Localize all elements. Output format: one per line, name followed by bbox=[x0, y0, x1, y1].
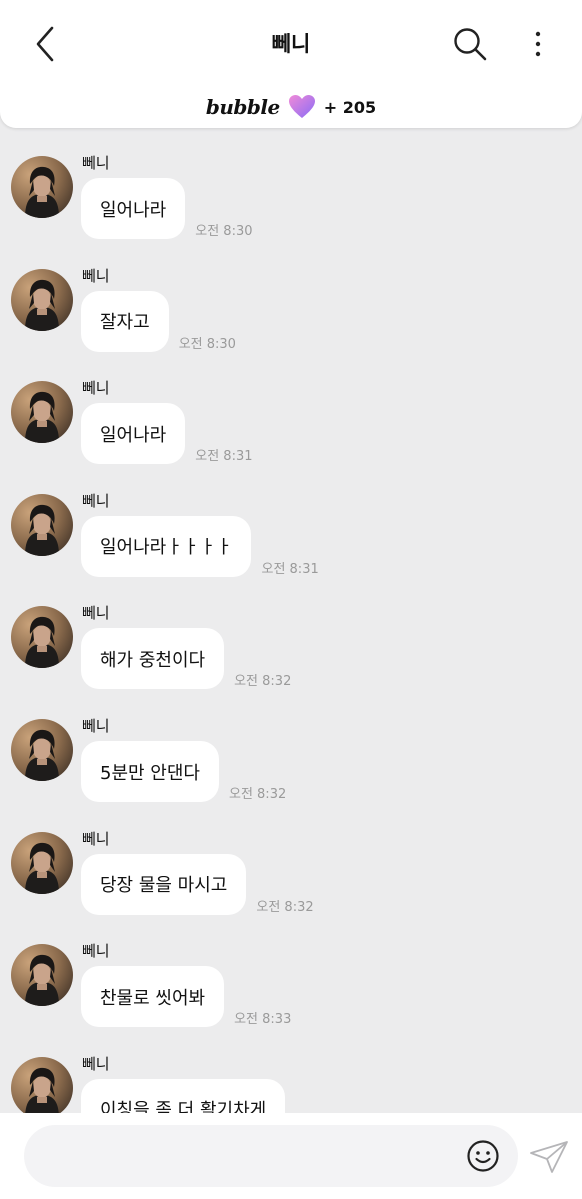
message-row: 일어나라ㅏㅏㅏㅏ 오전 8:31 bbox=[81, 515, 319, 577]
message-row: 찬물로 씻어봐오전 8:33 bbox=[81, 966, 292, 1028]
paper-plane-icon bbox=[530, 1141, 568, 1173]
avatar[interactable] bbox=[11, 156, 73, 218]
message-item: 뻬니잘자고오전 8:30 bbox=[0, 241, 582, 353]
message-row: 5분만 안댄다오전 8:32 bbox=[81, 741, 286, 802]
message-row: 해가 중천이다오전 8:32 bbox=[81, 628, 292, 690]
message-item: 뻬니찬물로 씻어봐오전 8:33 bbox=[0, 916, 582, 1028]
message-timestamp: 오전 8:31 bbox=[195, 449, 253, 465]
message-timestamp: 오전 8:32 bbox=[234, 674, 292, 690]
message-bubble[interactable]: 이칭을 좀 더 활기차게 bbox=[81, 1078, 286, 1113]
more-options-button[interactable] bbox=[526, 26, 550, 62]
avatar-image bbox=[11, 719, 73, 781]
sender-name: 뻬니 bbox=[82, 266, 110, 285]
message-item: 뻬니 5분만 안댄다오전 8:32 bbox=[0, 691, 582, 803]
avatar-image bbox=[11, 381, 73, 444]
sender-name: 뻬니 bbox=[82, 154, 110, 172]
avatar-image bbox=[11, 831, 73, 894]
sender-name: 뻬니 bbox=[82, 1054, 110, 1073]
avatar[interactable] bbox=[11, 719, 73, 781]
message-bubble[interactable]: 해가 중천이다 bbox=[81, 628, 225, 690]
message-item: 뻬니이칭을 좀 더 활기차게 bbox=[0, 1029, 582, 1113]
avatar[interactable] bbox=[11, 493, 73, 556]
sender-name: 뻬니 bbox=[82, 491, 110, 510]
sender-name: 뻬니 bbox=[82, 604, 110, 623]
message-timestamp: 오전 8:30 bbox=[178, 336, 236, 352]
message-bubble[interactable]: 잘자고 bbox=[81, 290, 169, 352]
page-title: 뻬니 bbox=[271, 32, 311, 56]
send-button[interactable] bbox=[528, 1139, 570, 1175]
sender-name: 뻬니 bbox=[82, 379, 110, 398]
message-row: 잘자고오전 8:30 bbox=[81, 290, 236, 352]
message-timestamp: 오전 8:30 bbox=[195, 224, 253, 239]
message-item: 뻬니당장 물을 마시고오전 8:32 bbox=[0, 804, 582, 916]
avatar-image bbox=[11, 1056, 73, 1113]
subscriber-count: + 205 bbox=[323, 97, 377, 117]
message-bubble[interactable]: 일어나라 bbox=[81, 178, 186, 239]
message-bubble[interactable]: 당장 물을 마시고 bbox=[81, 853, 247, 915]
search-button[interactable] bbox=[451, 25, 489, 63]
avatar-image bbox=[11, 493, 73, 556]
avatar-image bbox=[11, 944, 73, 1007]
message-bubble[interactable]: 일어나라 bbox=[81, 403, 186, 465]
message-bubble[interactable]: 5분만 안댄다 bbox=[81, 741, 219, 802]
message-item: 뻬니일어나라ㅏㅏㅏㅏ 오전 8:31 bbox=[0, 466, 582, 578]
avatar[interactable] bbox=[11, 1056, 73, 1113]
message-timestamp: 오전 8:32 bbox=[256, 899, 314, 915]
avatar-image bbox=[11, 156, 73, 218]
message-timestamp: 오전 8:32 bbox=[228, 787, 287, 802]
smile-icon bbox=[467, 1140, 499, 1172]
chat-header: 뻬니 bubble + 205 bbox=[0, 0, 582, 128]
avatar[interactable] bbox=[11, 831, 73, 894]
message-bubble[interactable]: 일어나라ㅏㅏㅏㅏ bbox=[81, 515, 252, 577]
message-list[interactable]: 뻬니 일어나라 오전 8:30 뻬니 잘자고 오전 8:30 뻬니 일어나라 오… bbox=[0, 128, 582, 1113]
message-row: 일어나라오전 8:30 bbox=[81, 178, 253, 239]
avatar-image bbox=[11, 268, 73, 331]
message-row: 이칭을 좀 더 활기차게 bbox=[81, 1078, 295, 1113]
message-item: 뻬니해가 중천이다오전 8:32 bbox=[0, 578, 582, 690]
brand-logo: bubble bbox=[205, 95, 280, 119]
message-timestamp: 오전 8:33 bbox=[234, 1012, 292, 1028]
message-row: 당장 물을 마시고오전 8:32 bbox=[81, 853, 314, 915]
message-row: 일어나라오전 8:31 bbox=[81, 403, 253, 465]
message-input-bar bbox=[0, 1113, 582, 1199]
message-item: 뻬니일어나라오전 8:30 bbox=[0, 128, 582, 240]
message-item: 뻬니일어나라오전 8:31 bbox=[0, 353, 582, 465]
message-bubble[interactable]: 찬물로 씻어봐 bbox=[81, 966, 225, 1028]
sender-name: 뻬니 bbox=[82, 717, 110, 735]
avatar[interactable] bbox=[11, 381, 73, 444]
message-timestamp: 오전 8:31 bbox=[261, 561, 319, 577]
search-icon bbox=[454, 28, 487, 61]
emoji-button[interactable] bbox=[466, 1139, 500, 1173]
subscription-bar[interactable]: bubble + 205 bbox=[0, 92, 582, 122]
message-input[interactable] bbox=[24, 1125, 518, 1187]
heart-icon bbox=[288, 95, 315, 118]
sender-name: 뻬니 bbox=[82, 829, 110, 848]
avatar[interactable] bbox=[11, 268, 73, 331]
avatar[interactable] bbox=[11, 606, 73, 669]
more-vertical-icon bbox=[535, 31, 541, 57]
avatar-image bbox=[11, 606, 73, 669]
sender-name: 뻬니 bbox=[82, 942, 110, 961]
avatar[interactable] bbox=[11, 944, 73, 1007]
